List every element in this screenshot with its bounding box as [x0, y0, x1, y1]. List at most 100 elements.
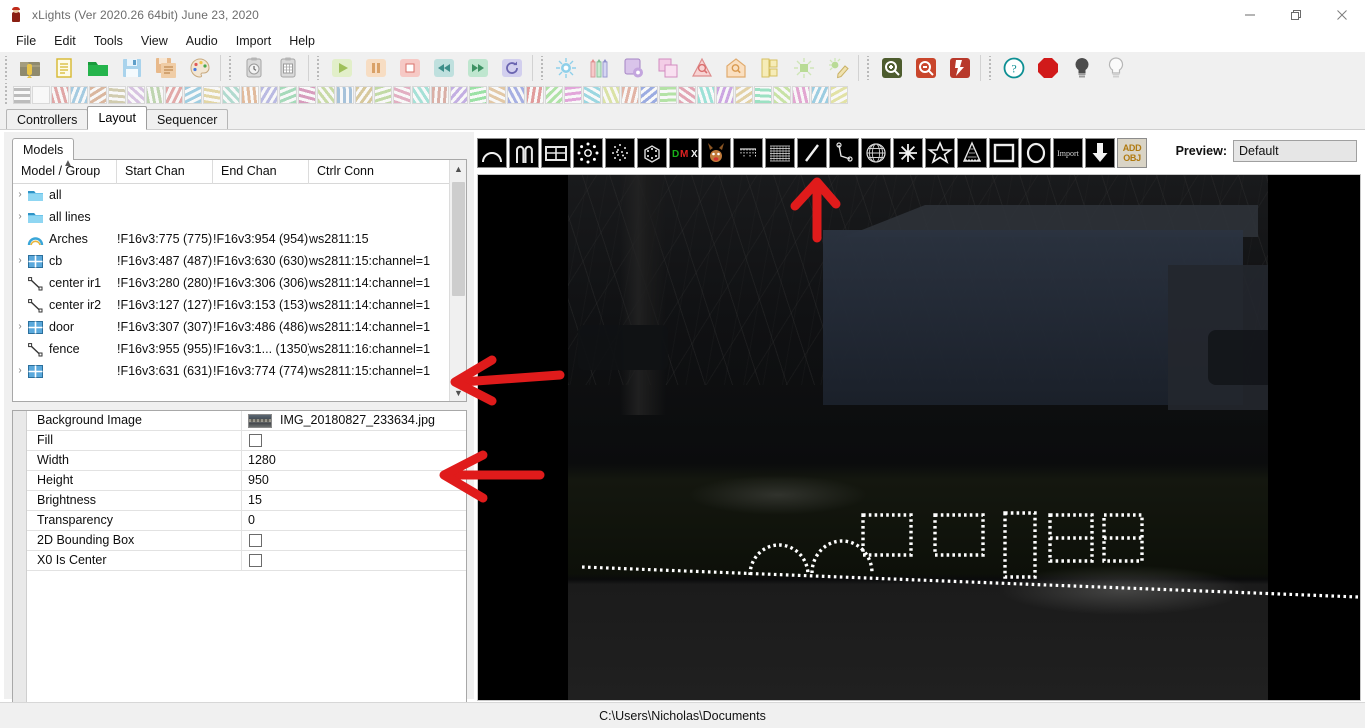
play-icon[interactable] [325, 53, 359, 83]
effect-button[interactable] [431, 86, 449, 104]
property-row[interactable]: 2D Bounding Box [27, 531, 466, 551]
add-object-button[interactable]: ADD OBJ [1117, 138, 1147, 168]
effect-button[interactable] [450, 86, 468, 104]
effect-button[interactable] [127, 86, 145, 104]
effect-button[interactable] [393, 86, 411, 104]
toolbar-grip[interactable] [315, 56, 323, 80]
effect-button[interactable] [279, 86, 297, 104]
toolbar-grip[interactable] [539, 56, 547, 80]
property-checkbox[interactable] [249, 434, 262, 447]
table-row[interactable]: ›fence!F16v3:955 (955)!F16v3:1... (1350)… [13, 338, 466, 360]
help-question-icon[interactable]: ? [997, 53, 1031, 83]
candy-cane-model-icon[interactable] [509, 138, 539, 168]
minimize-icon[interactable] [1227, 0, 1273, 30]
property-value[interactable]: IMG_20180827_233634.jpg [242, 411, 466, 431]
fast-forward-icon[interactable] [461, 53, 495, 83]
property-row[interactable]: Height950 [27, 471, 466, 491]
effect-button[interactable] [13, 86, 31, 104]
icicles-model-icon[interactable] [733, 138, 763, 168]
spinner-model-icon[interactable] [893, 138, 923, 168]
effect-button[interactable] [355, 86, 373, 104]
table-row[interactable]: ›center ir1!F16v3:280 (280)!F16v3:306 (3… [13, 272, 466, 294]
layout-preview-canvas[interactable]: .led { stroke:#ffffff; stroke-width:3.4;… [478, 175, 1360, 700]
tab-layout[interactable]: Layout [87, 106, 147, 130]
zoom-fit-icon[interactable] [943, 53, 977, 83]
property-value[interactable]: 15 [242, 491, 466, 511]
clipboard-grid-icon[interactable] [271, 53, 305, 83]
effect-button[interactable] [51, 86, 69, 104]
menu-view[interactable]: View [132, 31, 177, 51]
effect-button[interactable] [165, 86, 183, 104]
property-value[interactable]: 950 [242, 471, 466, 491]
expand-chevron-icon[interactable]: › [13, 360, 27, 382]
maximize-icon[interactable] [1273, 0, 1319, 30]
model-preview-icon[interactable] [753, 53, 787, 83]
star-model-icon[interactable] [925, 138, 955, 168]
effect-button[interactable] [792, 86, 810, 104]
render-effect-icon[interactable] [787, 53, 821, 83]
matrix-model-icon[interactable] [765, 138, 795, 168]
menu-audio[interactable]: Audio [177, 31, 227, 51]
arch-model-icon[interactable] [477, 138, 507, 168]
property-value[interactable] [242, 551, 466, 571]
column-header-start-chan[interactable]: Start Chan [117, 160, 213, 184]
duplicate-layers-icon[interactable] [651, 53, 685, 83]
property-row[interactable]: Background ImageIMG_20180827_233634.jpg [27, 411, 466, 431]
effect-settings-icon[interactable] [617, 53, 651, 83]
tree-model-icon[interactable] [957, 138, 987, 168]
effect-button[interactable] [241, 86, 259, 104]
stop-icon[interactable] [393, 53, 427, 83]
effect-button[interactable] [735, 86, 753, 104]
toolbar-grip[interactable] [227, 56, 235, 80]
menu-help[interactable]: Help [280, 31, 324, 51]
menu-tools[interactable]: Tools [85, 31, 132, 51]
effect-button[interactable] [146, 86, 164, 104]
tab-models[interactable]: Models [12, 138, 74, 160]
stop-sign-icon[interactable] [1031, 53, 1065, 83]
new-document-icon[interactable] [47, 53, 81, 83]
expand-chevron-icon[interactable]: › [13, 184, 27, 206]
toolbar-grip[interactable] [3, 56, 11, 80]
preview-dropdown[interactable]: Default [1233, 140, 1357, 162]
table-row[interactable]: ›!F16v3:631 (631)!F16v3:774 (774)ws2811:… [13, 360, 466, 382]
column-header-ctrlr-conn[interactable]: Ctrlr Conn [309, 160, 449, 184]
open-folder-icon[interactable] [81, 53, 115, 83]
effect-button[interactable] [640, 86, 658, 104]
zoom-out-icon[interactable] [909, 53, 943, 83]
expand-chevron-icon[interactable]: › [13, 316, 27, 338]
column-header-end-chan[interactable]: End Chan [213, 160, 309, 184]
column-header-model-group[interactable]: Model / Group ▲ [13, 160, 117, 184]
effect-button[interactable] [412, 86, 430, 104]
schedule-clock-icon[interactable] [237, 53, 271, 83]
sphere-globe-model-icon[interactable] [861, 138, 891, 168]
close-icon[interactable] [1319, 0, 1365, 30]
property-row[interactable]: Brightness15 [27, 491, 466, 511]
effect-button[interactable] [203, 86, 221, 104]
menu-import[interactable]: Import [227, 31, 280, 51]
property-row[interactable]: Fill [27, 431, 466, 451]
property-value[interactable] [242, 531, 466, 551]
property-checkbox[interactable] [249, 554, 262, 567]
effect-button[interactable] [89, 86, 107, 104]
single-line-model-icon[interactable] [797, 138, 827, 168]
property-value[interactable] [242, 431, 466, 451]
table-row[interactable]: ›door!F16v3:307 (307)!F16v3:486 (486)ws2… [13, 316, 466, 338]
table-row[interactable]: ›cb!F16v3:487 (487)!F16v3:630 (630)ws281… [13, 250, 466, 272]
effect-button[interactable] [621, 86, 639, 104]
effect-button[interactable] [32, 86, 50, 104]
effect-button[interactable] [507, 86, 525, 104]
effect-button[interactable] [298, 86, 316, 104]
effect-button[interactable] [184, 86, 202, 104]
expand-chevron-icon[interactable]: › [13, 250, 27, 272]
effect-button[interactable] [260, 86, 278, 104]
effect-button[interactable] [564, 86, 582, 104]
crayons-icon[interactable] [583, 53, 617, 83]
render-all-icon[interactable] [549, 53, 583, 83]
scrollbar-thumb[interactable] [452, 182, 465, 296]
effect-button[interactable] [222, 86, 240, 104]
pause-icon[interactable] [359, 53, 393, 83]
edit-effect-icon[interactable] [821, 53, 855, 83]
property-row[interactable]: Width1280 [27, 451, 466, 471]
models-tree-body[interactable]: ›all›all lines›Arches!F16v3:775 (775)!F1… [13, 184, 466, 400]
effect-button[interactable] [526, 86, 544, 104]
